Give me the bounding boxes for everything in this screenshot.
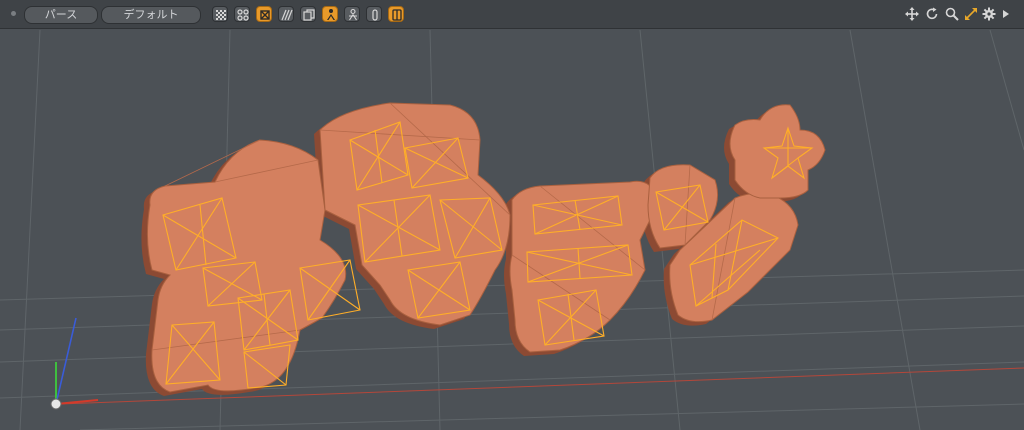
grid-dots-icon[interactable] bbox=[234, 6, 250, 22]
viewport-scene[interactable] bbox=[0, 0, 1024, 430]
viewport-menu-dot[interactable] bbox=[11, 11, 16, 16]
wireframe-box-icon[interactable] bbox=[256, 6, 272, 22]
hatch-icon[interactable] bbox=[278, 6, 294, 22]
checker-icon[interactable] bbox=[212, 6, 228, 22]
3d-viewport[interactable]: パース デフォルト bbox=[0, 0, 1024, 430]
viewport-toolbar: パース デフォルト bbox=[0, 0, 1024, 29]
zoom-view-icon[interactable] bbox=[944, 6, 960, 22]
capsule-icon[interactable] bbox=[366, 6, 382, 22]
rotate-view-icon[interactable] bbox=[924, 6, 940, 22]
maximize-icon[interactable] bbox=[963, 6, 979, 22]
person-outline-icon[interactable] bbox=[344, 6, 360, 22]
mesh-part-6 bbox=[729, 104, 826, 199]
mesh-part-3 bbox=[509, 180, 657, 353]
copy-icon[interactable] bbox=[300, 6, 316, 22]
move-view-icon[interactable] bbox=[904, 6, 920, 22]
settings-icon[interactable] bbox=[981, 6, 997, 22]
person-icon[interactable] bbox=[322, 6, 338, 22]
view-mode-dropdown[interactable]: パース bbox=[24, 6, 98, 24]
shading-mode-dropdown[interactable]: デフォルト bbox=[101, 6, 201, 24]
expand-arrow-icon[interactable] bbox=[998, 6, 1014, 22]
book-icon[interactable] bbox=[388, 6, 404, 22]
